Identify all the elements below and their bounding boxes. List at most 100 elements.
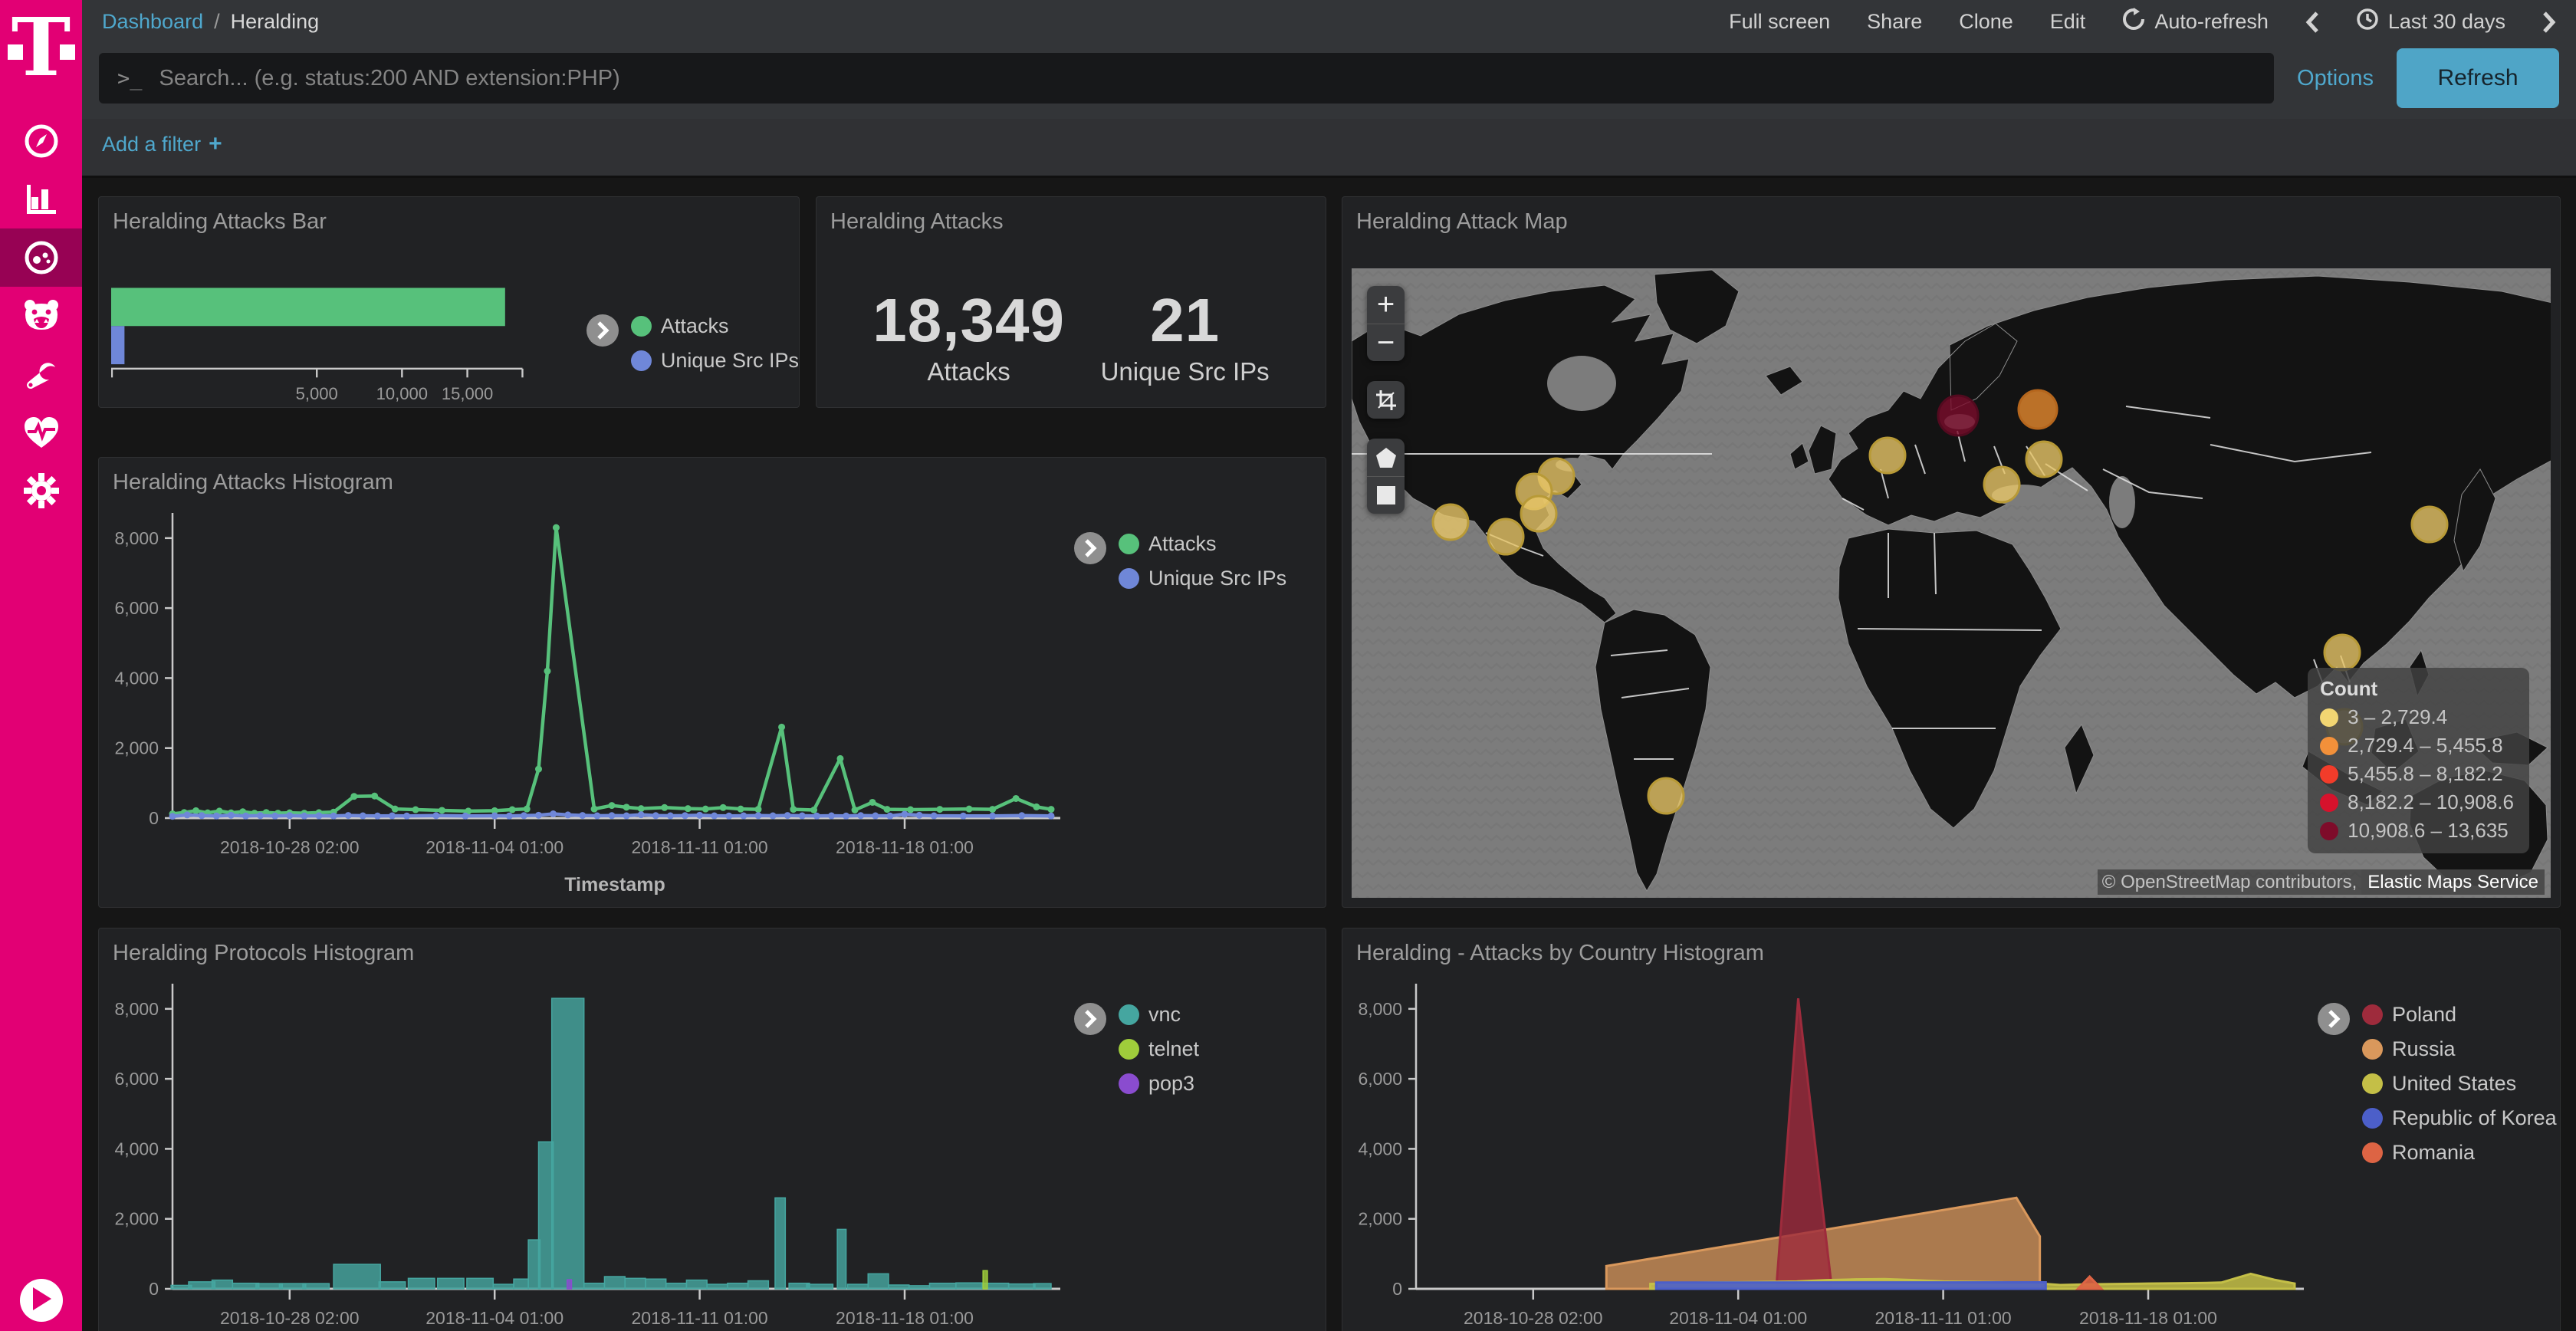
map-legend-range-label: 2,729.4 – 5,455.8: [2348, 734, 2502, 758]
add-filter-button[interactable]: Add a filter+: [102, 131, 222, 157]
gear-icon: [24, 473, 59, 508]
legend-item-romania[interactable]: Romania: [2362, 1141, 2557, 1165]
ems-attribution[interactable]: Elastic Maps Service: [2361, 869, 2545, 895]
share-button[interactable]: Share: [1867, 10, 1922, 34]
metric-value: 18,349: [872, 285, 1065, 356]
sidebar-item-management[interactable]: [0, 462, 82, 520]
legend-item-republic-of-korea[interactable]: Republic of Korea: [2362, 1106, 2557, 1130]
osm-attribution[interactable]: © OpenStreetMap contributors,: [2098, 869, 2362, 895]
legend-color-dot: [1119, 1039, 1139, 1060]
map-draw-polygon-button[interactable]: [1367, 439, 1405, 476]
legend-item-poland[interactable]: Poland: [2362, 1003, 2557, 1027]
legend-item-telnet[interactable]: telnet: [1119, 1037, 1199, 1061]
map-attribution: © OpenStreetMap contributors,Elastic Map…: [2098, 872, 2545, 893]
map-zoom-in-button[interactable]: +: [1367, 286, 1405, 324]
time-forward-button[interactable]: [2542, 11, 2556, 34]
svg-text:2018-10-28 02:00: 2018-10-28 02:00: [1464, 1308, 1603, 1328]
attacks-histogram-chart[interactable]: 02,0004,0006,0008,0002018-10-28 02:00201…: [108, 501, 1074, 900]
clone-button[interactable]: Clone: [1959, 10, 2013, 34]
map-point-poland[interactable]: [1938, 396, 1978, 435]
legend-item-vnc[interactable]: vnc: [1119, 1003, 1199, 1027]
sidebar-item-dashboard[interactable]: [0, 228, 82, 287]
map-point-vietnam[interactable]: [2325, 635, 2360, 670]
search-box[interactable]: >_: [99, 53, 2274, 104]
svg-text:2018-11-04 01:00: 2018-11-04 01:00: [1669, 1308, 1807, 1328]
full-screen-button[interactable]: Full screen: [1729, 10, 1830, 34]
sidebar-item-tpot-bear[interactable]: [0, 287, 82, 345]
compass-icon: [24, 123, 59, 159]
gauge-icon: [23, 239, 60, 276]
map-point-france[interactable]: [1870, 438, 1905, 473]
map-fit-bounds-button[interactable]: [1367, 381, 1405, 419]
world-map[interactable]: + −: [1352, 268, 2551, 898]
svg-text:Timestamp: Timestamp: [564, 874, 665, 896]
sidebar-item-discover[interactable]: [0, 112, 82, 170]
map-legend-color-dot: [2320, 737, 2338, 755]
svg-text:4,000: 4,000: [1358, 1139, 1402, 1158]
legend-item-pop3[interactable]: pop3: [1119, 1072, 1199, 1096]
sidebar-item-dev-tools[interactable]: [0, 345, 82, 403]
time-range-picker[interactable]: Last 30 days: [2356, 8, 2505, 36]
telekom-logo[interactable]: T: [11, 15, 72, 84]
bar-chart-icon: [24, 182, 59, 217]
legend-label: pop3: [1148, 1072, 1194, 1096]
legend-item-unique-src-ips[interactable]: Unique Src IPs: [1119, 567, 1286, 590]
legend-items: Attacks Unique Src IPs: [631, 314, 799, 373]
auto-refresh-button[interactable]: Auto-refresh: [2122, 8, 2269, 36]
legend-toggle-icon[interactable]: [1074, 532, 1106, 564]
legend-item-attacks[interactable]: Attacks: [1119, 532, 1286, 556]
panel-title: Heralding - Attacks by Country Histogram: [1342, 928, 2560, 966]
map-legend-color-dot: [2320, 765, 2338, 784]
map-point-us-east[interactable]: [1521, 496, 1556, 531]
map-point-ukraine[interactable]: [2026, 442, 2062, 477]
svg-text:2,000: 2,000: [114, 738, 159, 758]
search-input[interactable]: [159, 66, 2256, 91]
breadcrumb-current: Heralding: [231, 10, 320, 34]
attacks-bar-chart[interactable]: 5,00010,00015,000: [111, 281, 567, 416]
map-point-brazil[interactable]: [1648, 778, 1684, 813]
breadcrumb-dashboard-link[interactable]: Dashboard: [102, 10, 203, 34]
sidebar-collapse-button[interactable]: [20, 1279, 63, 1322]
map-legend-range: 8,182.2 – 10,908.6: [2320, 790, 2514, 814]
legend-toggle-icon[interactable]: [1074, 1003, 1106, 1035]
panel-attacks-metric: Heralding Attacks 18,349 Attacks 21 Uniq…: [816, 196, 1326, 408]
map-legend-range: 5,455.8 – 8,182.2: [2320, 762, 2514, 786]
map-point-us-south[interactable]: [1488, 519, 1523, 554]
map-point-us-central[interactable]: [1433, 504, 1468, 540]
map-point-russia[interactable]: [2019, 390, 2057, 429]
dashboard-grid: Heralding Attacks Bar 5,00010,00015,000 …: [82, 178, 2576, 1331]
top-navigation: Dashboard / Heralding Full screen Share …: [82, 0, 2576, 44]
svg-text:2018-11-18 01:00: 2018-11-18 01:00: [836, 837, 974, 857]
map-point-romania[interactable]: [1984, 467, 2019, 502]
legend-item-unique-src-ips[interactable]: Unique Src IPs: [631, 349, 799, 373]
svg-text:8,000: 8,000: [1358, 999, 1402, 1019]
edit-button[interactable]: Edit: [2050, 10, 2086, 34]
sidebar-item-monitoring[interactable]: [0, 403, 82, 462]
map-draw-rectangle-button[interactable]: [1367, 476, 1405, 514]
refresh-button[interactable]: Refresh: [2397, 48, 2559, 108]
time-back-button[interactable]: [2305, 11, 2319, 34]
country-histogram-chart[interactable]: 02,0004,0006,0008,0002018-10-28 02:00201…: [1352, 972, 2318, 1331]
map-zoom-out-button[interactable]: −: [1367, 324, 1405, 361]
svg-text:6,000: 6,000: [1358, 1069, 1402, 1089]
panel-attack-map: Heralding Attack Map: [1342, 196, 2561, 908]
legend-toggle-icon[interactable]: [2318, 1003, 2350, 1035]
legend-item-russia[interactable]: Russia: [2362, 1037, 2557, 1061]
map-legend-range: 10,908.6 – 13,635: [2320, 819, 2514, 843]
legend-item-united-states[interactable]: United States: [2362, 1072, 2557, 1096]
legend-item-attacks[interactable]: Attacks: [631, 314, 799, 338]
legend-color-dot: [1119, 1004, 1139, 1025]
map-point-korea[interactable]: [2412, 507, 2447, 542]
legend-toggle-icon[interactable]: [586, 314, 619, 347]
legend-items: vnc telnet pop3: [1119, 1003, 1199, 1096]
legend-label: vnc: [1148, 1003, 1181, 1027]
options-link[interactable]: Options: [2297, 66, 2374, 91]
metric-attacks: 18,349 Attacks: [872, 285, 1065, 386]
breadcrumb-separator: /: [214, 10, 220, 34]
svg-text:2018-10-28 02:00: 2018-10-28 02:00: [220, 1308, 360, 1328]
protocols-histogram-chart[interactable]: 02,0004,0006,0008,0002018-10-28 02:00201…: [108, 972, 1074, 1331]
sidebar-item-visualize[interactable]: [0, 170, 82, 228]
clock-icon: [2356, 8, 2379, 36]
legend-label: United States: [2392, 1072, 2516, 1096]
panel-title: Heralding Attacks Bar: [99, 197, 799, 235]
